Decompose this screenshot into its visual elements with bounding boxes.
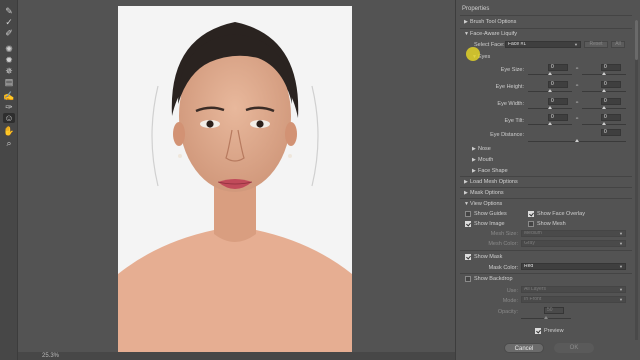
show-image-label: Show Image	[474, 221, 505, 227]
opacity-label: Opacity:	[497, 309, 518, 315]
show-mask-checkbox[interactable]	[465, 254, 471, 260]
show-mesh-checkbox[interactable]	[528, 221, 534, 227]
opacity-value[interactable]: 50	[544, 307, 564, 314]
slider-knob[interactable]	[602, 106, 606, 109]
chevron-down-icon: ▼	[574, 42, 578, 47]
thaw-mask-icon[interactable]: ✑	[3, 102, 15, 112]
chevron-down-icon: ▼	[619, 287, 623, 292]
zoom-icon[interactable]: ⌕	[3, 138, 15, 148]
tools-bar: ✎ ✓ ✐ ✺ ✹ ✵ ▤ ✍ ✑ ☺ ✋ ⌕	[0, 0, 18, 360]
freeze-mask-icon[interactable]: ✍	[3, 91, 15, 101]
link-icon[interactable]: ⚭	[575, 83, 579, 89]
slider-knob[interactable]	[548, 122, 552, 125]
portrait-illustration	[118, 6, 352, 354]
properties-panel: Properties ▶ Brush Tool Options ▼Face-Awa…	[455, 0, 640, 360]
face-tool-icon[interactable]: ☺	[3, 113, 15, 123]
slider-knob[interactable]	[602, 72, 606, 75]
show-face-overlay-label: Show Face Overlay	[537, 211, 585, 217]
twirl-icon[interactable]: ✺	[3, 44, 15, 54]
mode-dropdown[interactable]: In Front ▼	[521, 296, 626, 303]
show-mask-label: Show Mask	[474, 254, 503, 260]
hand-icon[interactable]: ✋	[3, 126, 15, 136]
section-mask-options[interactable]: ▶ Mask Options	[464, 190, 504, 196]
section-load-mesh[interactable]: ▶ Load Mesh Options	[464, 179, 518, 185]
preview-label: Preview	[544, 328, 564, 334]
panel-scrollbar[interactable]	[635, 20, 638, 340]
use-label: Use:	[506, 288, 518, 294]
slider-knob[interactable]	[548, 89, 552, 92]
eye-tilt-right-value[interactable]: 0	[601, 114, 621, 121]
slider-knob[interactable]	[548, 72, 552, 75]
select-face-label: Select Face:	[474, 42, 505, 48]
chevron-down-icon: ▼	[619, 241, 623, 246]
all-button[interactable]: All	[611, 41, 625, 48]
use-dropdown[interactable]: All Layers ▼	[521, 286, 626, 293]
eye-height-right-value[interactable]: 0	[601, 81, 621, 88]
section-face-aware[interactable]: ▼Face-Aware Liquify	[464, 31, 517, 37]
show-backdrop-checkbox[interactable]	[465, 276, 471, 282]
link-icon[interactable]: ⚭	[575, 66, 579, 72]
panel-title: Properties	[462, 6, 490, 12]
eye-distance-value[interactable]: 0	[601, 129, 621, 136]
section-face-shape[interactable]: ▶ Face Shape	[472, 168, 508, 174]
cursor-highlight	[466, 47, 480, 61]
eye-width-right-value[interactable]: 0	[601, 98, 621, 105]
preview-checkbox[interactable]	[535, 328, 541, 334]
mask-color-dropdown[interactable]: Red ▼	[521, 263, 626, 270]
pucker-icon[interactable]: ✹	[3, 55, 15, 65]
push-left-icon[interactable]: ▤	[3, 77, 15, 87]
slider-knob[interactable]	[544, 316, 548, 319]
show-guides-checkbox[interactable]	[465, 211, 471, 217]
liquify-window: ✎ ✓ ✐ ✺ ✹ ✵ ▤ ✍ ✑ ☺ ✋ ⌕ 25.3% Properties…	[0, 0, 640, 360]
section-mouth[interactable]: ▶ Mouth	[472, 157, 493, 163]
cancel-button[interactable]: Cancel	[504, 343, 544, 353]
link-icon[interactable]: ⚭	[575, 100, 579, 106]
mesh-size-label: Mesh Size:	[490, 231, 518, 237]
section-view-options[interactable]: ▼View Options	[464, 201, 502, 207]
eye-size-right-value[interactable]: 0	[601, 64, 621, 71]
status-bar: 25.3%	[18, 352, 455, 360]
section-brush-options[interactable]: ▶ Brush Tool Options	[464, 19, 516, 25]
slider-knob[interactable]	[602, 122, 606, 125]
show-backdrop-label: Show Backdrop	[474, 276, 513, 282]
mesh-size-dropdown[interactable]: Medium ▼	[521, 230, 626, 237]
eye-size-left-value[interactable]: 0	[548, 64, 568, 71]
show-face-overlay-checkbox[interactable]	[528, 211, 534, 217]
mesh-color-dropdown[interactable]: Gray ▼	[521, 240, 626, 247]
eye-tilt-left-value[interactable]: 0	[548, 114, 568, 121]
show-guides-label: Show Guides	[474, 211, 507, 217]
reset-button[interactable]: Reset	[584, 41, 608, 48]
eye-width-left-value[interactable]: 0	[548, 98, 568, 105]
mode-label: Mode:	[502, 298, 518, 304]
chevron-down-icon: ▼	[619, 231, 623, 236]
select-face-dropdown[interactable]: Face #1 ▼	[505, 41, 581, 48]
ok-button[interactable]: OK	[554, 343, 594, 353]
slider-knob[interactable]	[548, 106, 552, 109]
forward-warp-icon[interactable]: ✎	[3, 6, 15, 16]
eye-height-label: Eye Height:	[495, 84, 524, 90]
mesh-color-label: Mesh Color:	[488, 241, 518, 247]
eye-size-label: Eye Size:	[500, 67, 524, 73]
show-mesh-label: Show Mesh	[537, 221, 566, 227]
eye-distance-label: Eye Distance:	[490, 132, 524, 138]
link-icon[interactable]: ⚭	[575, 116, 579, 122]
smooth-icon[interactable]: ✐	[3, 28, 15, 38]
mask-color-label: Mask Color:	[488, 265, 518, 271]
slider-knob[interactable]	[575, 139, 579, 142]
eye-tilt-label: Eye Tilt:	[504, 118, 524, 124]
bloat-icon[interactable]: ✵	[3, 66, 15, 76]
section-nose[interactable]: ▶ Nose	[472, 146, 491, 152]
eye-width-label: Eye Width:	[497, 101, 524, 107]
eye-height-left-value[interactable]: 0	[548, 81, 568, 88]
zoom-readout[interactable]: 25.3%	[42, 352, 59, 360]
reconstruct-icon[interactable]: ✓	[3, 17, 15, 27]
show-image-checkbox[interactable]	[465, 221, 471, 227]
preview-canvas[interactable]	[18, 0, 455, 354]
slider-knob[interactable]	[602, 89, 606, 92]
chevron-down-icon: ▼	[619, 264, 623, 269]
portrait-photo	[118, 6, 352, 354]
chevron-down-icon: ▼	[619, 297, 623, 302]
